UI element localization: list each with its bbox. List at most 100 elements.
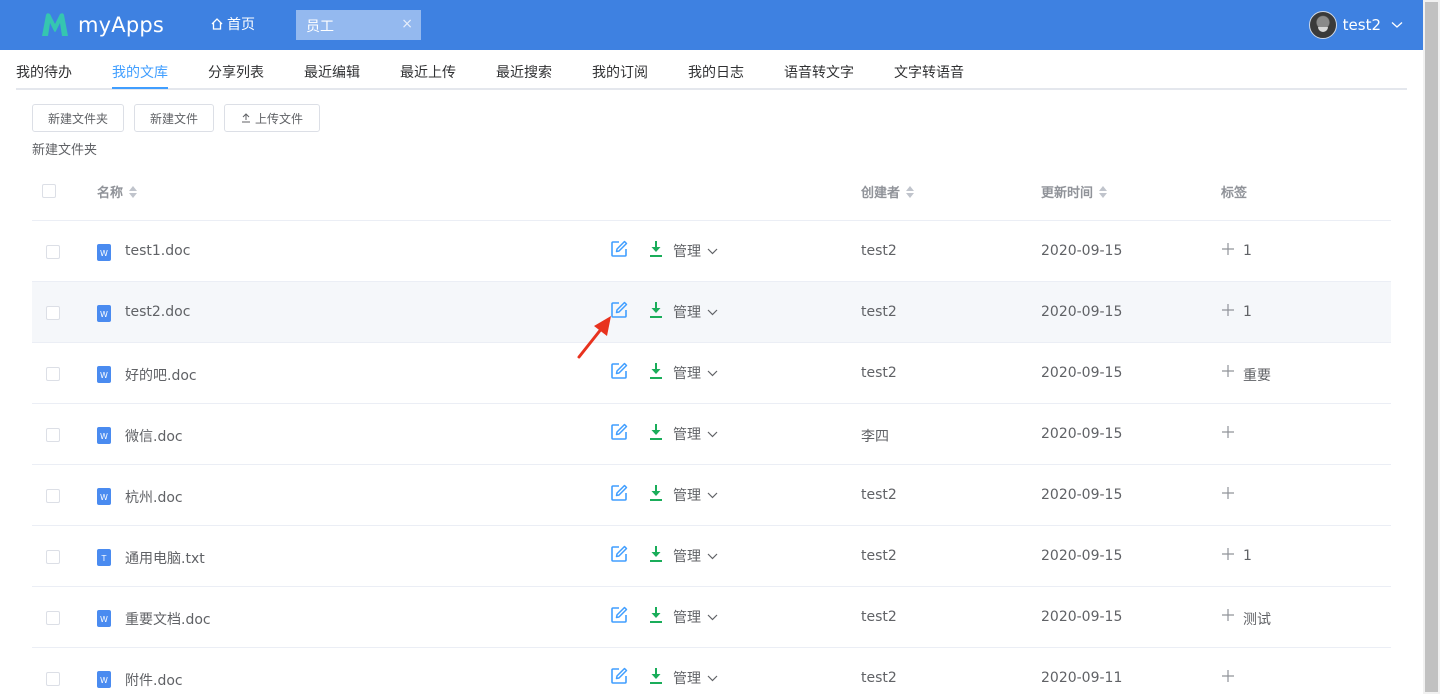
row-checkbox[interactable] bbox=[46, 306, 60, 320]
app-logo[interactable]: myApps bbox=[40, 10, 164, 40]
table-row[interactable]: W 重要文档.doc 管理 test2 2020-09-15 测试 bbox=[32, 587, 1391, 648]
edit-icon[interactable] bbox=[610, 423, 628, 441]
file-name[interactable]: test2.doc bbox=[125, 304, 190, 320]
close-tab-icon[interactable]: × bbox=[401, 16, 413, 32]
edit-icon[interactable] bbox=[610, 606, 628, 624]
nav-todo[interactable]: 我的待办 bbox=[16, 62, 72, 82]
tab-employee[interactable]: 员工 × bbox=[296, 10, 421, 40]
sort-icon[interactable] bbox=[1099, 185, 1108, 198]
nav-recent-edit[interactable]: 最近编辑 bbox=[304, 62, 360, 82]
download-icon[interactable] bbox=[649, 545, 663, 563]
word-file-icon: W bbox=[97, 488, 111, 505]
top-header: myApps 首页 员工 × test2 bbox=[0, 0, 1423, 50]
add-tag-icon[interactable] bbox=[1221, 608, 1235, 622]
edit-icon[interactable] bbox=[610, 362, 628, 380]
download-icon[interactable] bbox=[649, 667, 663, 685]
download-icon[interactable] bbox=[649, 362, 663, 380]
nav-subscriptions[interactable]: 我的订阅 bbox=[592, 62, 648, 82]
breadcrumb[interactable]: 新建文件夹 bbox=[32, 139, 97, 158]
creator: test2 bbox=[861, 609, 897, 625]
edit-icon[interactable] bbox=[610, 484, 628, 502]
manage-dropdown[interactable]: 管理 bbox=[673, 241, 718, 261]
row-checkbox[interactable] bbox=[46, 672, 60, 686]
manage-dropdown[interactable]: 管理 bbox=[673, 546, 718, 566]
manage-dropdown[interactable]: 管理 bbox=[673, 607, 718, 627]
creator: test2 bbox=[861, 487, 897, 503]
row-checkbox[interactable] bbox=[46, 367, 60, 381]
sort-icon[interactable] bbox=[906, 185, 915, 198]
word-file-icon: W bbox=[97, 610, 111, 627]
nav-share-list[interactable]: 分享列表 bbox=[208, 62, 264, 82]
edit-icon[interactable] bbox=[610, 240, 628, 258]
tag-label[interactable]: 重要 bbox=[1243, 365, 1271, 385]
table-row[interactable]: W 附件.doc 管理 test2 2020-09-11 bbox=[32, 648, 1391, 694]
table-row[interactable]: W 好的吧.doc 管理 test2 2020-09-15 重要 bbox=[32, 343, 1391, 404]
add-tag-icon[interactable] bbox=[1221, 669, 1235, 683]
file-name[interactable]: 重要文档.doc bbox=[125, 609, 211, 629]
text-file-icon: T bbox=[97, 549, 111, 566]
file-name[interactable]: test1.doc bbox=[125, 243, 190, 259]
app-name: myApps bbox=[78, 13, 165, 37]
file-name[interactable]: 附件.doc bbox=[125, 670, 183, 690]
table-row[interactable]: W test1.doc 管理 test2 2020-09-15 1 bbox=[32, 221, 1391, 282]
download-icon[interactable] bbox=[649, 301, 663, 319]
table-row[interactable]: W 杭州.doc 管理 test2 2020-09-15 bbox=[32, 465, 1391, 526]
download-icon[interactable] bbox=[649, 484, 663, 502]
nav-text-to-speech[interactable]: 文字转语音 bbox=[894, 62, 964, 82]
sort-icon[interactable] bbox=[129, 185, 138, 198]
scrollbar-thumb[interactable] bbox=[1425, 2, 1438, 692]
manage-dropdown[interactable]: 管理 bbox=[673, 485, 718, 505]
download-icon[interactable] bbox=[649, 240, 663, 258]
file-name[interactable]: 通用电脑.txt bbox=[125, 548, 205, 568]
manage-dropdown[interactable]: 管理 bbox=[673, 302, 718, 322]
manage-dropdown[interactable]: 管理 bbox=[673, 424, 718, 444]
manage-dropdown[interactable]: 管理 bbox=[673, 363, 718, 383]
column-creator[interactable]: 创建者 bbox=[861, 182, 915, 201]
select-all-checkbox[interactable] bbox=[42, 184, 56, 198]
add-tag-icon[interactable] bbox=[1221, 547, 1235, 561]
tag-label[interactable]: 1 bbox=[1243, 548, 1252, 564]
add-tag-icon[interactable] bbox=[1221, 364, 1235, 378]
home-tab[interactable]: 首页 bbox=[210, 14, 255, 34]
row-checkbox[interactable] bbox=[46, 245, 60, 259]
add-tag-icon[interactable] bbox=[1221, 486, 1235, 500]
updated-time: 2020-09-15 bbox=[1041, 243, 1123, 259]
active-tab-indicator bbox=[112, 87, 168, 89]
creator: test2 bbox=[861, 670, 897, 686]
file-name[interactable]: 杭州.doc bbox=[125, 487, 183, 507]
manage-label: 管理 bbox=[673, 427, 701, 443]
add-tag-icon[interactable] bbox=[1221, 303, 1235, 317]
file-name[interactable]: 微信.doc bbox=[125, 426, 183, 446]
upload-file-button[interactable]: 上传文件 bbox=[224, 104, 320, 132]
tag-label[interactable]: 1 bbox=[1243, 243, 1252, 259]
add-tag-icon[interactable] bbox=[1221, 242, 1235, 256]
column-updated[interactable]: 更新时间 bbox=[1041, 182, 1108, 201]
row-checkbox[interactable] bbox=[46, 550, 60, 564]
nav-recent-search[interactable]: 最近搜索 bbox=[496, 62, 552, 82]
edit-icon[interactable] bbox=[610, 545, 628, 563]
table-row[interactable]: W test2.doc 管理 test2 2020-09-15 1 bbox=[32, 282, 1391, 343]
table-row[interactable]: W 微信.doc 管理 李四 2020-09-15 bbox=[32, 404, 1391, 465]
download-icon[interactable] bbox=[649, 423, 663, 441]
tag-label[interactable]: 1 bbox=[1243, 304, 1252, 320]
tag-label[interactable]: 测试 bbox=[1243, 609, 1271, 629]
add-tag-icon[interactable] bbox=[1221, 425, 1235, 439]
row-checkbox[interactable] bbox=[46, 489, 60, 503]
row-checkbox[interactable] bbox=[46, 428, 60, 442]
column-updated-label: 更新时间 bbox=[1041, 186, 1094, 201]
edit-icon[interactable] bbox=[610, 667, 628, 685]
user-menu[interactable]: test2 bbox=[1308, 11, 1403, 39]
manage-dropdown[interactable]: 管理 bbox=[673, 668, 718, 688]
nav-speech-to-text[interactable]: 语音转文字 bbox=[784, 62, 854, 82]
vertical-scrollbar[interactable] bbox=[1423, 0, 1440, 694]
nav-my-library[interactable]: 我的文库 bbox=[112, 62, 168, 82]
new-folder-button[interactable]: 新建文件夹 bbox=[32, 104, 124, 132]
download-icon[interactable] bbox=[649, 606, 663, 624]
row-checkbox[interactable] bbox=[46, 611, 60, 625]
new-file-button[interactable]: 新建文件 bbox=[134, 104, 214, 132]
column-name[interactable]: 名称 bbox=[97, 182, 138, 201]
nav-my-log[interactable]: 我的日志 bbox=[688, 62, 744, 82]
table-row[interactable]: T 通用电脑.txt 管理 test2 2020-09-15 1 bbox=[32, 526, 1391, 587]
nav-recent-upload[interactable]: 最近上传 bbox=[400, 62, 456, 82]
file-name[interactable]: 好的吧.doc bbox=[125, 365, 197, 385]
